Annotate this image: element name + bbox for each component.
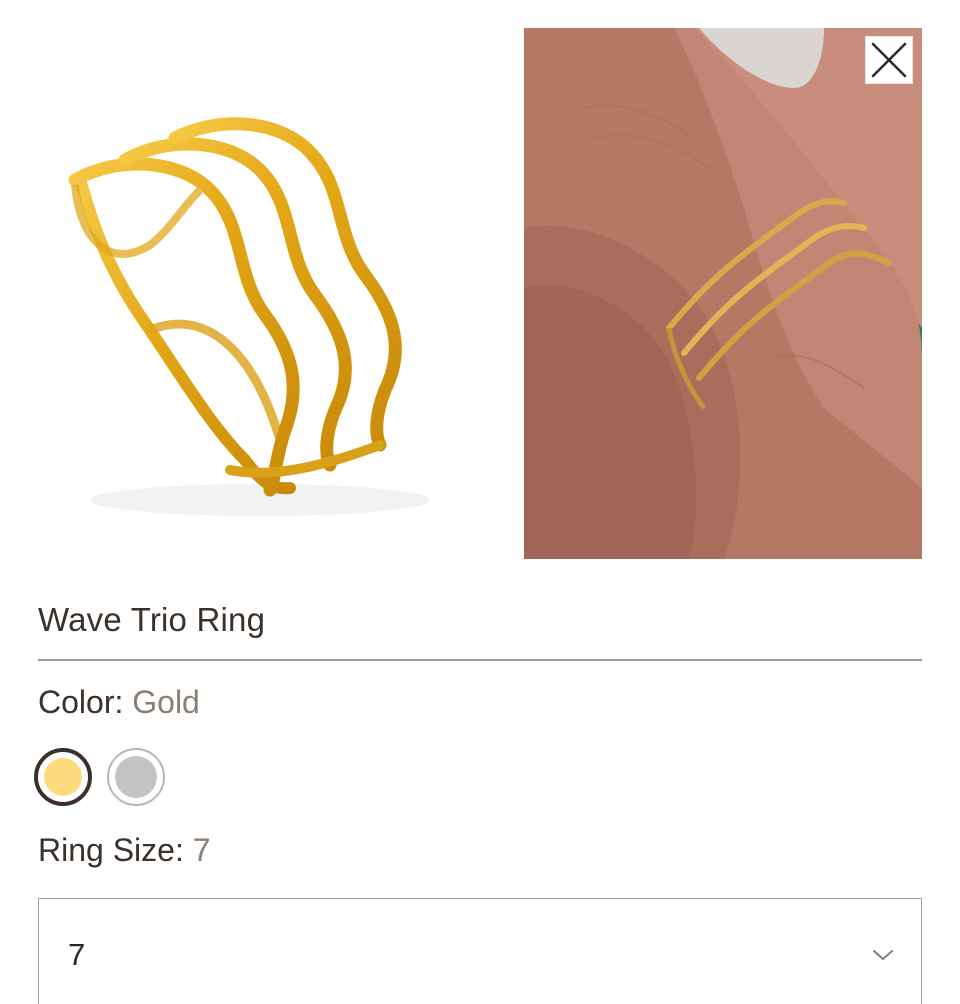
title-divider bbox=[38, 659, 922, 661]
ring-size-select[interactable]: 7 bbox=[38, 898, 922, 1004]
color-swatch-silver[interactable] bbox=[107, 748, 165, 806]
product-image-ring[interactable] bbox=[30, 60, 450, 530]
color-swatch-gold[interactable] bbox=[34, 748, 92, 806]
close-icon bbox=[871, 42, 907, 78]
hand-photo-illustration bbox=[524, 28, 922, 559]
product-quick-view-modal: Wave Trio Ring Color: Gold Ring Size: 7 … bbox=[0, 0, 960, 1004]
color-swatch-silver-dot bbox=[115, 756, 157, 798]
ring-size-selected-value: 7 bbox=[192, 832, 211, 868]
close-button[interactable] bbox=[865, 36, 913, 84]
color-swatch-gold-dot bbox=[44, 758, 82, 796]
color-label: Color: bbox=[38, 684, 124, 720]
ring-size-label-row: Ring Size: 7 bbox=[38, 832, 211, 869]
ring-size-label: Ring Size: bbox=[38, 832, 184, 868]
ring-illustration bbox=[68, 117, 430, 516]
product-title: Wave Trio Ring bbox=[38, 601, 266, 638]
color-label-row: Color: Gold bbox=[38, 684, 200, 721]
product-gallery bbox=[0, 0, 960, 575]
ring-size-select-value: 7 bbox=[68, 937, 86, 972]
color-selected-value: Gold bbox=[132, 684, 200, 720]
product-image-on-hand[interactable] bbox=[524, 28, 922, 559]
chevron-down-icon bbox=[873, 950, 893, 960]
